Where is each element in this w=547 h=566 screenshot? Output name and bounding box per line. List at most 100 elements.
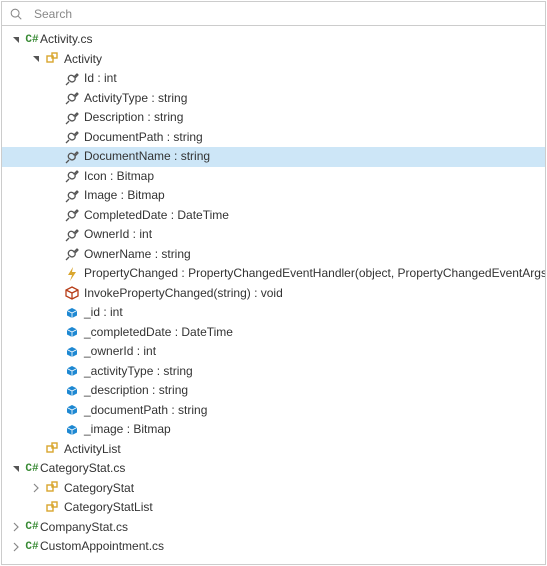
- property-icon: [64, 149, 80, 165]
- class-icon: [44, 441, 60, 457]
- tree-item-label: _id : int: [84, 303, 123, 323]
- tree-item-label: _documentPath : string: [84, 401, 207, 421]
- chevron-down-icon[interactable]: [10, 34, 22, 46]
- chevron-spacer: [50, 73, 62, 85]
- tree-item-label: OwnerName : string: [84, 245, 191, 265]
- search-icon: [8, 6, 24, 22]
- tree-item-label: DocumentName : string: [84, 147, 210, 167]
- tree-row-field[interactable]: _id : int: [2, 303, 545, 323]
- tree-row-prop[interactable]: Description : string: [2, 108, 545, 128]
- field-icon: [64, 305, 80, 321]
- chevron-spacer: [50, 209, 62, 221]
- tree-row-prop[interactable]: Image : Bitmap: [2, 186, 545, 206]
- chevron-spacer: [50, 92, 62, 104]
- property-icon: [64, 227, 80, 243]
- field-icon: [64, 422, 80, 438]
- chevron-spacer: [50, 229, 62, 241]
- chevron-spacer: [50, 287, 62, 299]
- tree-item-label: CategoryStat.cs: [40, 459, 125, 479]
- tree-item-label: CompanyStat.cs: [40, 518, 128, 538]
- csharp-file-icon: C#: [24, 463, 40, 475]
- tree-item-label: _ownerId : int: [84, 342, 156, 362]
- tree-row-event[interactable]: PropertyChanged : PropertyChangedEventHa…: [2, 264, 545, 284]
- tree-row-class[interactable]: ActivityList: [2, 440, 545, 460]
- code-outline-tree[interactable]: C#Activity.csActivityId : intActivityTyp…: [2, 26, 545, 564]
- search-input[interactable]: [28, 7, 539, 21]
- tree-row-field[interactable]: _activityType : string: [2, 362, 545, 382]
- chevron-down-icon[interactable]: [10, 463, 22, 475]
- tree-item-label: Id : int: [84, 69, 117, 89]
- field-icon: [64, 324, 80, 340]
- tree-row-file[interactable]: C#CategoryStat.cs: [2, 459, 545, 479]
- class-icon: [44, 480, 60, 496]
- tree-item-label: Activity.cs: [40, 30, 92, 50]
- tree-row-prop[interactable]: OwnerName : string: [2, 245, 545, 265]
- csharp-file-icon: C#: [24, 34, 40, 46]
- tree-row-field[interactable]: _image : Bitmap: [2, 420, 545, 440]
- field-icon: [64, 383, 80, 399]
- tree-item-label: _completedDate : DateTime: [84, 323, 233, 343]
- tree-item-label: CustomAppointment.cs: [40, 537, 164, 557]
- class-icon: [44, 500, 60, 516]
- tree-item-label: ActivityType : string: [84, 89, 187, 109]
- chevron-spacer: [30, 443, 42, 455]
- tree-row-class[interactable]: CategoryStatList: [2, 498, 545, 518]
- property-icon: [64, 71, 80, 87]
- tree-item-label: CompletedDate : DateTime: [84, 206, 229, 226]
- property-icon: [64, 129, 80, 145]
- property-icon: [64, 110, 80, 126]
- tree-row-prop[interactable]: ActivityType : string: [2, 89, 545, 109]
- tree-row-field[interactable]: _completedDate : DateTime: [2, 323, 545, 343]
- tree-row-file[interactable]: C#CustomAppointment.cs: [2, 537, 545, 557]
- property-icon: [64, 207, 80, 223]
- chevron-down-icon[interactable]: [30, 53, 42, 65]
- field-icon: [64, 363, 80, 379]
- tree-row-prop[interactable]: CompletedDate : DateTime: [2, 206, 545, 226]
- tree-item-label: PropertyChanged : PropertyChangedEventHa…: [84, 264, 545, 284]
- tree-item-label: ActivityList: [64, 440, 121, 460]
- tree-item-label: _activityType : string: [84, 362, 193, 382]
- tree-item-label: _description : string: [84, 381, 188, 401]
- tree-row-method[interactable]: InvokePropertyChanged(string) : void: [2, 284, 545, 304]
- chevron-spacer: [50, 151, 62, 163]
- chevron-right-icon[interactable]: [10, 521, 22, 533]
- csharp-file-icon: C#: [24, 541, 40, 553]
- tree-row-field[interactable]: _ownerId : int: [2, 342, 545, 362]
- chevron-right-icon[interactable]: [10, 541, 22, 553]
- property-icon: [64, 168, 80, 184]
- tree-item-label: Icon : Bitmap: [84, 167, 154, 187]
- tree-row-class[interactable]: CategoryStat: [2, 479, 545, 499]
- tree-row-prop[interactable]: DocumentPath : string: [2, 128, 545, 148]
- chevron-spacer: [50, 307, 62, 319]
- csharp-file-icon: C#: [24, 521, 40, 533]
- chevron-spacer: [50, 385, 62, 397]
- event-icon: [64, 266, 80, 282]
- tree-row-prop[interactable]: Icon : Bitmap: [2, 167, 545, 187]
- chevron-spacer: [50, 424, 62, 436]
- tree-row-file[interactable]: C#Activity.cs: [2, 30, 545, 50]
- chevron-spacer: [30, 502, 42, 514]
- tree-item-label: Image : Bitmap: [84, 186, 165, 206]
- tree-row-field[interactable]: _description : string: [2, 381, 545, 401]
- chevron-spacer: [50, 131, 62, 143]
- tree-item-label: Activity: [64, 50, 102, 70]
- tree-item-label: DocumentPath : string: [84, 128, 203, 148]
- chevron-spacer: [50, 112, 62, 124]
- tree-item-label: InvokePropertyChanged(string) : void: [84, 284, 283, 304]
- chevron-spacer: [50, 326, 62, 338]
- search-bar[interactable]: [2, 2, 545, 26]
- chevron-right-icon[interactable]: [30, 482, 42, 494]
- tree-row-prop[interactable]: OwnerId : int: [2, 225, 545, 245]
- tree-item-label: Description : string: [84, 108, 183, 128]
- field-icon: [64, 402, 80, 418]
- chevron-spacer: [50, 365, 62, 377]
- tree-row-prop[interactable]: Id : int: [2, 69, 545, 89]
- tree-item-label: CategoryStatList: [64, 498, 153, 518]
- tree-item-label: OwnerId : int: [84, 225, 152, 245]
- tree-row-prop[interactable]: DocumentName : string: [2, 147, 545, 167]
- tree-row-class[interactable]: Activity: [2, 50, 545, 70]
- tree-row-file[interactable]: C#CompanyStat.cs: [2, 518, 545, 538]
- tree-row-field[interactable]: _documentPath : string: [2, 401, 545, 421]
- chevron-spacer: [50, 190, 62, 202]
- property-icon: [64, 90, 80, 106]
